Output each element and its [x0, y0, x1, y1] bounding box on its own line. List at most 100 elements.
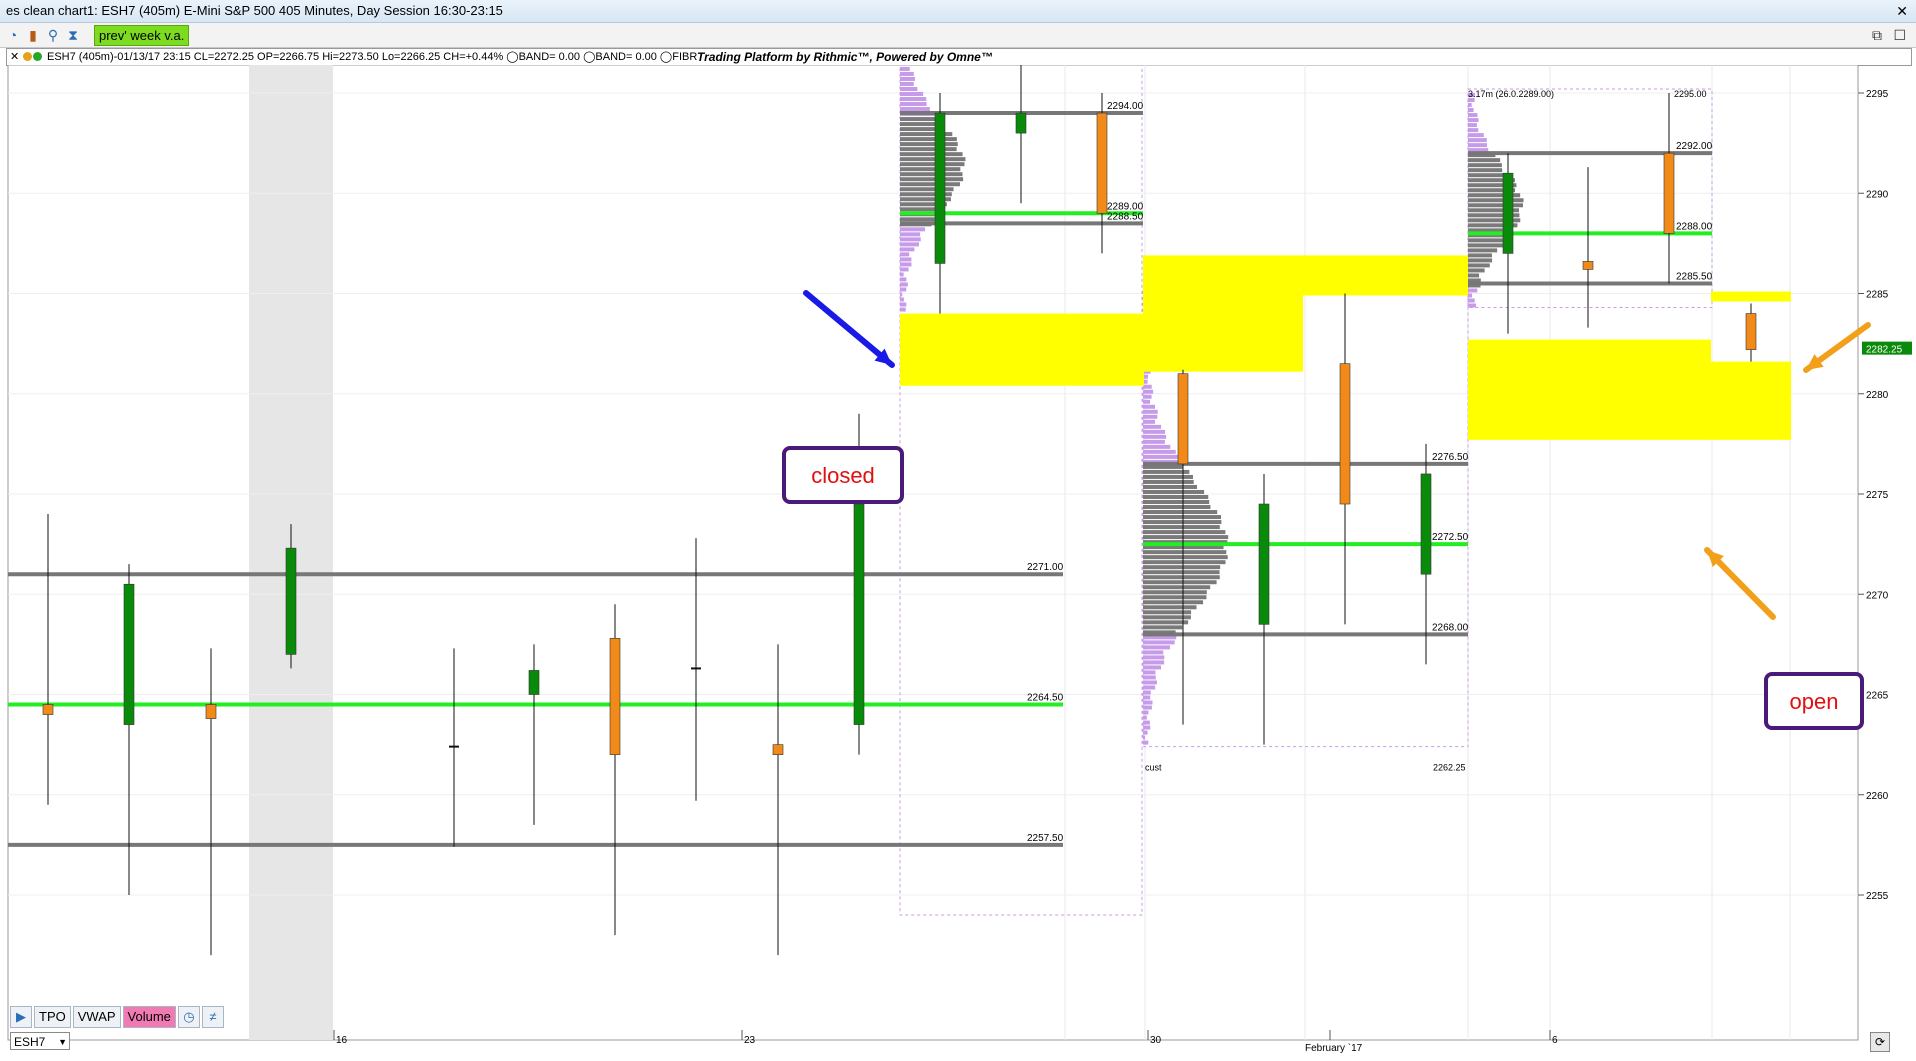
profile-bar: [1143, 495, 1209, 500]
profile-bar: [1143, 394, 1152, 399]
platform-brand-text: Trading Platform by Rithmic™, Powered by…: [697, 50, 993, 64]
vwap-tab[interactable]: VWAP: [72, 1006, 121, 1028]
profile-bar: [1143, 665, 1161, 670]
profile-bar: [1143, 580, 1217, 585]
profile-bar: [900, 172, 963, 177]
profile-bar: [1143, 419, 1156, 424]
chart-bars-icon[interactable]: ▮: [24, 26, 42, 44]
profile-bar: [1143, 565, 1221, 570]
profile-bar: [900, 227, 926, 232]
chart-canvas[interactable]: 2300229522902285228022752270226522602255…: [0, 22, 1916, 1056]
gap-zone: [1468, 339, 1711, 440]
candle-body: [123, 583, 135, 725]
candle-body: [609, 638, 621, 755]
profile-bar: [1468, 113, 1478, 118]
level-line-label: 2272.50: [1432, 532, 1469, 543]
profile-bar: [900, 272, 904, 277]
profile-bar: [900, 71, 914, 76]
profile-bar: [900, 237, 921, 242]
price-tick-label: 2260: [1866, 791, 1889, 802]
profile-bar: [1143, 454, 1179, 459]
gap-zone: [1711, 361, 1791, 440]
profile-bar: [1143, 675, 1156, 680]
symbol-dropdown[interactable]: ESH7 ▼: [10, 1032, 70, 1050]
profile-bar: [1143, 660, 1165, 665]
profile-bar: [900, 107, 930, 112]
profile-bar: [1143, 690, 1151, 695]
profile-bar: [1143, 389, 1154, 394]
profile-bar: [1143, 740, 1149, 745]
profile-bar: [1143, 489, 1205, 494]
hourglass-icon[interactable]: ⧗: [64, 26, 82, 44]
profile-bar: [1468, 128, 1479, 133]
profile-bar: [900, 252, 910, 257]
refresh-icon[interactable]: ◔: [4, 26, 22, 44]
profile-bar: [1468, 263, 1490, 268]
profile-bar: [1143, 449, 1176, 454]
flag-icon[interactable]: ▶: [10, 1006, 32, 1028]
profile-bar: [1143, 444, 1171, 449]
profile-bar: [1468, 298, 1475, 303]
candle-body: [1177, 373, 1189, 465]
profile-bar: [900, 292, 903, 297]
profile-bar: [1468, 273, 1480, 278]
infobar-close-icon[interactable]: ✕: [10, 49, 19, 65]
candle-body: [1582, 261, 1594, 270]
date-tick-label: 16: [336, 1035, 348, 1046]
profile-bar: [1468, 168, 1503, 173]
profile-bar: [1143, 510, 1218, 515]
profile-bar: [1468, 238, 1508, 243]
volume-tab[interactable]: Volume: [122, 1006, 176, 1028]
zoom-icon[interactable]: ⚲: [44, 26, 62, 44]
tpo-tab[interactable]: TPO: [34, 1006, 71, 1028]
refresh-chart-icon[interactable]: ⟳: [1870, 1032, 1890, 1052]
profile-bar: [900, 307, 906, 312]
profile-bar: [1468, 253, 1492, 258]
price-chart[interactable]: 2300229522902285228022752270226522602255…: [0, 22, 1916, 1056]
candle-body: [934, 112, 946, 264]
profile-bar: [1468, 268, 1485, 273]
gap-zone: [1143, 255, 1303, 372]
candle-body: [1258, 503, 1270, 625]
profile-bar: [1143, 680, 1157, 685]
maximize-window-icon[interactable]: ☐: [1893, 26, 1906, 44]
candle-body: [1339, 363, 1351, 505]
status-dot-orange-icon: [23, 52, 32, 61]
profile-bar: [1143, 399, 1151, 404]
candle-body: [42, 704, 54, 715]
gap-zone: [900, 313, 1144, 386]
profile-bar: [1468, 163, 1502, 168]
profile-bar: [900, 282, 908, 287]
profile-label: 2295.00: [1674, 89, 1707, 99]
profile-bar: [1143, 409, 1158, 414]
gap-zone: [1711, 291, 1791, 302]
date-tick-label: February `17: [1305, 1042, 1363, 1054]
profile-bar: [1143, 720, 1150, 725]
candle-body: [1420, 473, 1432, 575]
level-line-label: 2294.00: [1107, 101, 1144, 112]
profile-bar: [1143, 570, 1220, 575]
profile-bar: [900, 97, 927, 102]
profile-bar: [1143, 725, 1151, 730]
ohlc-info-text: ESH7 (405m)-01/13/17 23:15 CL=2272.25 OP…: [47, 51, 698, 63]
closed-annotation-text: closed: [811, 463, 875, 488]
window-close-icon[interactable]: ✕: [1896, 0, 1908, 22]
chevron-down-icon: ▼: [58, 1037, 67, 1047]
profile-bar: [1143, 439, 1165, 444]
profile-bar: [900, 232, 921, 237]
crossed-lines-icon[interactable]: ≠: [201, 1006, 224, 1028]
profile-bar: [900, 207, 940, 212]
profile-bar: [1143, 655, 1165, 660]
gap-zone: [1303, 255, 1468, 296]
price-tick-label: 2255: [1866, 891, 1889, 902]
restore-window-icon[interactable]: ⧉: [1872, 26, 1882, 44]
profile-bar: [1468, 303, 1477, 308]
prev-week-va-button[interactable]: prev' week v.a.: [94, 25, 190, 46]
profile-bar: [1143, 590, 1207, 595]
level-line-label: 2264.50: [1027, 693, 1064, 704]
status-dot-green-icon: [33, 52, 42, 61]
profile-bar: [1143, 695, 1151, 700]
price-tick-label: 2270: [1866, 590, 1889, 601]
profile-bar: [1143, 735, 1145, 740]
clock-icon[interactable]: ◷: [177, 1006, 200, 1028]
